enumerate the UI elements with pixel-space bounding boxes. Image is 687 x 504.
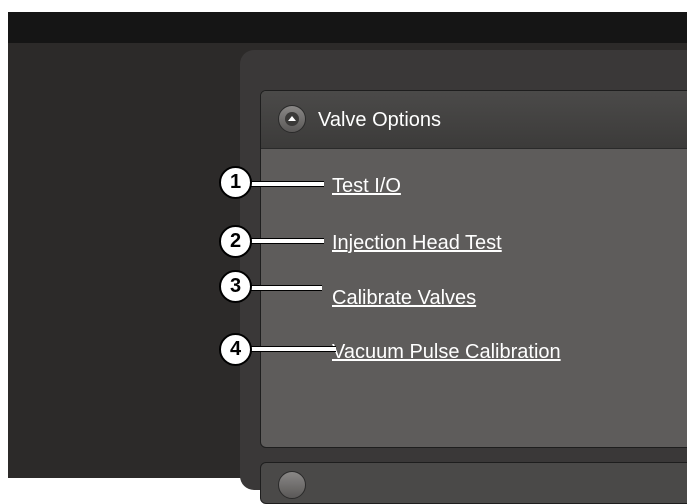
valve-options-header[interactable]: Valve Options (261, 91, 687, 149)
calibrate-valves-link[interactable]: Calibrate Valves (332, 287, 476, 310)
callout-3-leader (246, 285, 322, 291)
next-section-header[interactable] (260, 462, 687, 504)
section-title: Valve Options (318, 109, 442, 131)
window-titlebar (8, 12, 687, 43)
vacuum-pulse-calibration-link[interactable]: Vacuum Pulse Calibration (332, 341, 561, 364)
test-io-link[interactable]: Test I/O (332, 175, 401, 198)
callout-1: 1 (219, 166, 252, 199)
callout-2-leader (246, 238, 324, 244)
callout-2: 2 (219, 225, 252, 258)
callout-4-leader (246, 346, 336, 352)
expand-icon[interactable] (278, 471, 306, 499)
chevron-up-icon (285, 112, 299, 126)
injection-head-test-link[interactable]: Injection Head Test (332, 232, 502, 255)
callout-1-leader (246, 181, 324, 187)
valve-options-panel: Valve Options Test I/O Injection Head Te… (260, 90, 687, 448)
callout-4: 4 (219, 333, 252, 366)
collapse-button[interactable] (278, 105, 306, 133)
callout-3: 3 (219, 270, 252, 303)
